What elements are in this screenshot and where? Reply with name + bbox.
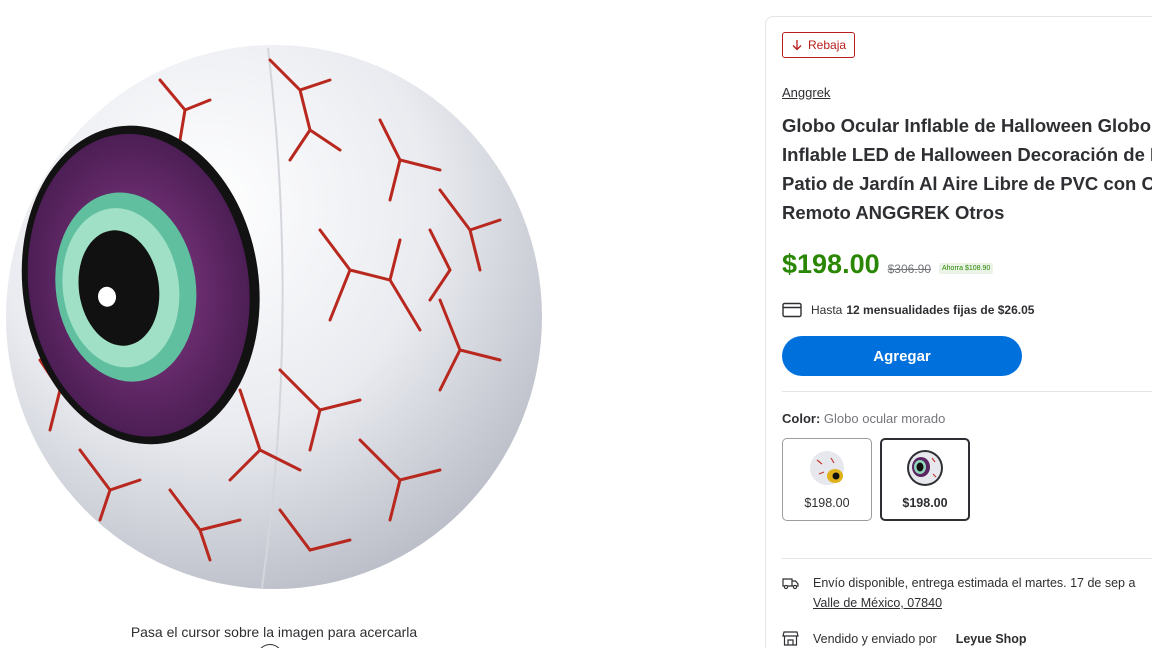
delivery-info: Envío disponible, entrega estimada el ma… — [782, 573, 1135, 613]
eyeball-yellow-thumbnail — [810, 451, 844, 485]
inflatable-eyeball-image[interactable] — [0, 30, 560, 610]
product-title-line: Remoto ANGGREK Otros — [782, 202, 1005, 223]
swatch-price: $198.00 — [804, 496, 850, 510]
installments-info: Hasta 12 mensualidades fijas de $26.05 — [782, 302, 1034, 318]
seller-prefix: Vendido y enviado por — [813, 632, 937, 646]
color-selector-label: Color: Globo ocular morado — [782, 411, 945, 426]
eyeball-purple-thumbnail — [907, 450, 943, 486]
seller-name[interactable]: Leyue Shop — [956, 629, 1027, 648]
delivery-text: Envío disponible, entrega estimada el ma… — [813, 576, 1136, 590]
seller-info: Vendido y enviado por Leyue Shop — [782, 629, 1027, 648]
delivery-location-link[interactable]: Valle de México, 07840 — [813, 593, 1135, 613]
savings-badge: Ahorra $108.90 — [939, 263, 994, 274]
divider — [782, 558, 1152, 559]
current-price: $198.00 — [782, 249, 880, 279]
color-swatch-selected[interactable]: $198.00 — [880, 438, 970, 521]
product-title: Globo Ocular Inflable de Halloween Globo… — [782, 111, 1152, 227]
installments-detail: 12 mensualidades fijas de $26.05 — [846, 303, 1035, 317]
installments-prefix: Hasta — [811, 303, 843, 317]
product-image-area: Pasa el cursor sobre la imagen para acer… — [0, 0, 560, 648]
product-title-line: Patio de Jardín Al Aire Libre de PVC con… — [782, 173, 1152, 194]
sale-badge-label: Rebaja — [808, 38, 847, 52]
swatch-price: $198.00 — [902, 496, 948, 510]
product-title-line: Inflable LED de Halloween Decoración de … — [782, 144, 1152, 165]
truck-icon — [782, 578, 799, 590]
divider — [782, 391, 1152, 392]
zoom-icon[interactable] — [257, 644, 283, 648]
product-info-panel: Rebaja Anggrek Globo Ocular Inflable de … — [765, 16, 1152, 648]
color-value: Globo ocular morado — [823, 411, 946, 426]
old-price: $306.90 — [887, 262, 931, 276]
price-row: $198.00 $306.90 Ahorra $108.90 — [782, 249, 994, 280]
color-label: Color: — [782, 411, 821, 426]
add-to-cart-button[interactable]: Agregar — [782, 336, 1022, 376]
sale-badge: Rebaja — [782, 32, 856, 58]
zoom-hint: Pasa el cursor sobre la imagen para acer… — [130, 624, 418, 640]
credit-card-icon — [782, 302, 802, 318]
product-title-line: Globo Ocular Inflable de Halloween Globo… — [782, 115, 1152, 136]
brand-link[interactable]: Anggrek — [782, 85, 830, 100]
store-icon — [782, 631, 799, 646]
color-swatch[interactable]: $198.00 — [782, 438, 872, 521]
arrow-down-icon — [792, 40, 802, 51]
